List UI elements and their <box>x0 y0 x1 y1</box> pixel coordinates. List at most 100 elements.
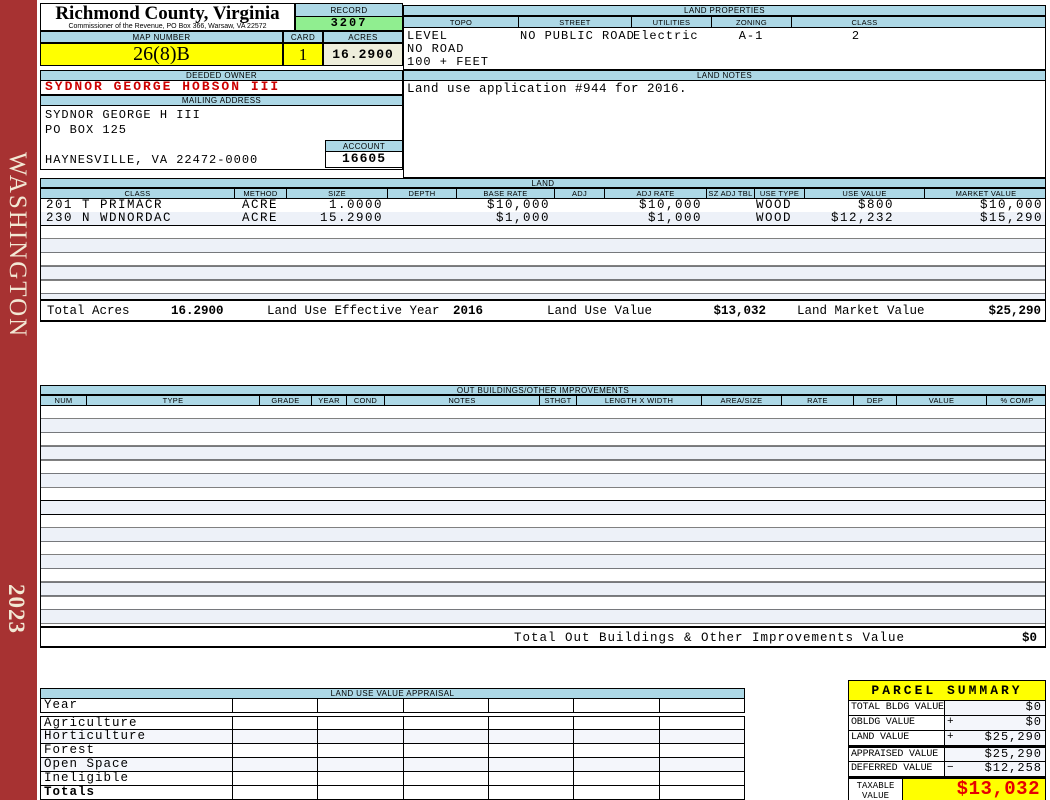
effective-year-value: 2016 <box>453 304 484 318</box>
land-properties-columns-header: STREET <box>518 17 631 27</box>
appraisal-empty-cell <box>574 758 660 771</box>
appraisal-row-label: Ineligible <box>41 772 233 785</box>
land-table-columns-header: USE VALUE <box>804 189 924 198</box>
land-method: ACRE <box>241 211 278 225</box>
land-table-row: 230 N WDNORDAC ACRE 15.2900 $1,000 $1,00… <box>40 212 1046 226</box>
land-notes-body: Land use application #944 for 2016. <box>403 81 1046 178</box>
appraisal-row: Agriculture <box>40 716 745 730</box>
appraisal-empty-cell <box>660 758 744 771</box>
effective-year-label: Land Use Effective Year <box>267 304 440 318</box>
appraisal-row-label: Open Space <box>41 758 233 771</box>
taxable-value-row: TAXABLE VALUE $13,032 <box>848 777 1046 800</box>
appraisal-empty-cell <box>404 730 489 743</box>
taxable-value-amount: $13,032 <box>903 779 1045 800</box>
appraisal-empty-cell <box>489 758 575 771</box>
appraisal-row: Ineligible <box>40 772 745 786</box>
card-label: CARD <box>283 31 323 43</box>
sidebar-district-label: WASHINGTON <box>4 152 31 339</box>
topo-value: LEVEL <box>407 29 449 43</box>
appraisal-empty-cell <box>489 744 575 757</box>
out-buildings-columns-header: TYPE <box>86 396 259 405</box>
parcel-summary-value: $0 <box>1025 700 1042 714</box>
land-properties-columns-header: CLASS <box>791 17 1045 27</box>
appraisal-row-label: Agriculture <box>41 717 233 729</box>
class-value: 2 <box>851 29 861 43</box>
land-table-columns-header: BASE RATE <box>456 189 554 198</box>
out-buildings-columns-header: DEP <box>853 396 896 405</box>
appraisal-empty-cell <box>574 699 660 712</box>
sidebar-year-label: 2023 <box>4 584 29 634</box>
appraisal-empty-cell <box>318 786 404 799</box>
appraisal-empty-cell <box>404 758 489 771</box>
land-use-value: $12,232 <box>830 211 894 225</box>
out-buildings-empty-rows <box>40 406 1046 627</box>
appraisal-row-label: Horticulture <box>41 730 233 743</box>
appraisal-empty-cell <box>404 786 489 799</box>
taxable-value-label: TAXABLE VALUE <box>849 779 903 800</box>
land-base-rate: $1,000 <box>495 211 550 225</box>
mailing-line: SYDNOR GEORGE H III <box>45 108 201 122</box>
appraisal-empty-cell <box>233 744 319 757</box>
appraisal-empty-cell <box>660 786 744 799</box>
appraisal-row-label: Forest <box>41 744 233 757</box>
record-value: 3207 <box>295 17 403 31</box>
total-acres-label: Total Acres <box>47 304 130 318</box>
land-adj-rate: $1,000 <box>647 211 702 225</box>
out-buildings-columns-header: VALUE <box>896 396 986 405</box>
land-table-columns-header: ADJ <box>554 189 604 198</box>
appraisal-empty-cell <box>660 717 744 729</box>
land-table-columns-header: MARKET VALUE <box>924 189 1045 198</box>
appraisal-empty-cell <box>318 758 404 771</box>
land-properties-columns-header: TOPO <box>449 17 473 27</box>
appraisal-empty-cell <box>318 699 404 712</box>
taxable-label-line: TAXABLE <box>856 781 895 791</box>
appraisal-empty-cell <box>489 699 575 712</box>
out-buildings-columns-header: LENGTH X WIDTH <box>576 396 701 405</box>
out-buildings-total-label: Total Out Buildings & Other Improvements… <box>513 631 905 645</box>
land-size: 15.2900 <box>319 211 383 225</box>
parcel-summary-title: PARCEL SUMMARY <box>848 680 1046 701</box>
appraisal-row: Forest <box>40 744 745 758</box>
out-buildings-columns: NUM TYPE GRADE YEAR COND NOTES STHGT LENGTH X W… <box>40 395 1046 406</box>
map-number-value: 26(8)B <box>40 43 283 66</box>
land-table-columns-header: USE TYPE <box>754 189 804 198</box>
land-class: 230 N WDNORDAC <box>46 211 173 225</box>
parcel-summary-row: APPRAISED VALUE $25,290 <box>848 746 1046 762</box>
appraisal-empty-cell <box>660 772 744 785</box>
topo-value: NO ROAD <box>407 42 465 56</box>
parcel-summary-label: APPRAISED VALUE <box>849 748 945 761</box>
appraisal-empty-cell <box>489 772 575 785</box>
land-properties-title: LAND PROPERTIES <box>403 5 1046 16</box>
mailing-address-label: MAILING ADDRESS <box>40 95 403 106</box>
parcel-summary-label: DEFERRED VALUE <box>849 762 945 776</box>
out-buildings-columns-header: NUM <box>54 396 73 405</box>
total-acres-value: 16.2900 <box>171 304 224 318</box>
appraisal-empty-cell <box>233 786 319 799</box>
parcel-summary-label: LAND VALUE <box>849 731 945 745</box>
zoning-value: A-1 <box>738 29 764 43</box>
land-empty-rows <box>40 226 1046 300</box>
account-value: 16605 <box>325 152 403 168</box>
appraisal-row-label: Totals <box>41 786 233 799</box>
appraisal-empty-cell <box>233 772 319 785</box>
appraisal-row: Open Space <box>40 758 745 772</box>
land-market-value: $15,290 <box>979 211 1043 225</box>
appraisal-row: Horticulture <box>40 730 745 744</box>
out-buildings-total-value: $0 <box>1021 631 1037 645</box>
land-table-columns-header: ADJ RATE <box>604 189 706 198</box>
appraisal-empty-cell <box>233 699 319 712</box>
parcel-summary-row: LAND VALUE + $25,290 <box>848 731 1046 746</box>
parcel-summary-operator: − <box>947 762 954 774</box>
appraisal-empty-cell <box>404 699 489 712</box>
land-properties-columns: TOPO STREET UTILITIES ZONING CLASS <box>403 16 1046 28</box>
out-buildings-total-row: Total Out Buildings & Other Improvements… <box>40 627 1046 648</box>
land-table-title: LAND <box>40 178 1046 188</box>
parcel-summary-row: OBLDG VALUE + $0 <box>848 716 1046 731</box>
appraisal-empty-cell <box>318 730 404 743</box>
parcel-summary-row: TOTAL BLDG VALUE $0 <box>848 701 1046 716</box>
appraisal-empty-cell <box>574 744 660 757</box>
appraisal-row-label: Year <box>41 699 233 712</box>
out-buildings-columns-header: % COMP <box>986 396 1045 405</box>
land-table-columns-header: CLASS <box>124 189 151 198</box>
acres-value: 16.2900 <box>323 43 403 66</box>
